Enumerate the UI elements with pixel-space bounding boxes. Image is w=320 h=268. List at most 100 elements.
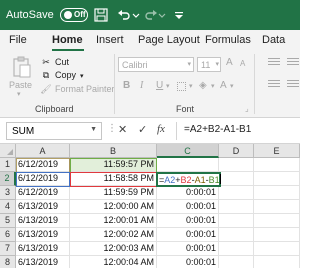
cancel-icon[interactable]: ✕ (118, 123, 127, 136)
cell-b3[interactable]: 11:59:59 PM (70, 186, 157, 200)
tab-formulas[interactable]: Formulas (205, 34, 251, 46)
row-header[interactable]: 6 (0, 228, 16, 242)
tab-file[interactable]: File (9, 34, 27, 46)
name-box-value: SUM (12, 126, 35, 137)
cell-d6[interactable] (219, 228, 254, 242)
undo-icon[interactable] (117, 8, 131, 22)
cell-a7[interactable]: 6/13/2019 (16, 242, 70, 256)
cell-a5[interactable]: 6/13/2019 (16, 214, 70, 228)
row-header[interactable]: 5 (0, 214, 16, 228)
insert-function-icon[interactable]: fx (157, 123, 165, 135)
font-name-select[interactable]: Calibri ▾ (118, 57, 194, 72)
bold-icon[interactable]: B (123, 80, 130, 91)
cell-e5[interactable] (254, 214, 300, 228)
cell-b5[interactable]: 12:00:01 AM (70, 214, 157, 228)
clipboard-group-label: Clipboard (35, 104, 74, 114)
decrease-font-size-icon[interactable]: A (240, 59, 245, 68)
increase-font-size-icon[interactable]: A (226, 57, 233, 68)
cell-e4[interactable] (254, 200, 300, 214)
cell-a3[interactable]: 6/12/2019 (16, 186, 70, 200)
cut-button[interactable]: ✂ Cut (40, 57, 69, 68)
cell-c6[interactable]: 0:00:01 (157, 228, 219, 242)
cell-c4[interactable]: 0:00:01 (157, 200, 219, 214)
cell-d2[interactable] (219, 172, 254, 186)
chevron-down-icon[interactable]: ▾ (230, 82, 234, 90)
chevron-down-icon[interactable]: ▾ (80, 73, 84, 80)
middle-align-icon[interactable] (268, 80, 280, 89)
font-color-icon[interactable]: A (220, 80, 227, 91)
chevron-down-icon[interactable]: ▾ (211, 82, 215, 90)
paste-icon[interactable] (13, 56, 31, 78)
tab-data[interactable]: Data (262, 34, 285, 46)
cell-c1[interactable] (157, 158, 219, 172)
cell-e1[interactable] (254, 158, 300, 172)
copy-button[interactable]: ⧉ Copy ▾ (40, 70, 84, 81)
cell-e6[interactable] (254, 228, 300, 242)
cell-b6[interactable]: 12:00:02 AM (70, 228, 157, 242)
row-header[interactable]: 2 (0, 172, 16, 186)
column-header-b[interactable]: B (70, 144, 157, 158)
column-header-c[interactable]: C (157, 144, 219, 158)
font-size-select[interactable]: 11 ▾ (197, 57, 221, 72)
cell-b4[interactable]: 12:00:00 AM (70, 200, 157, 214)
chevron-down-icon[interactable]: ▼ (90, 126, 97, 133)
row-header[interactable]: 7 (0, 242, 16, 256)
tab-page-layout[interactable]: Page Layout (138, 34, 200, 46)
cell-c2-editor[interactable]: =A2+B2-A1-B1 (156, 172, 221, 187)
tab-insert[interactable]: Insert (96, 34, 124, 46)
cell-e3[interactable] (254, 186, 300, 200)
row-header[interactable]: 8 (0, 256, 16, 268)
formula-input[interactable]: =A2+B2-A1-B1 (184, 124, 251, 135)
cell-e2[interactable] (254, 172, 300, 186)
cell-d3[interactable] (219, 186, 254, 200)
chevron-down-icon[interactable] (158, 8, 166, 22)
cell-c7[interactable]: 0:00:01 (157, 242, 219, 256)
autosave-toggle[interactable]: Off (60, 8, 88, 22)
customize-toolbar-icon[interactable] (174, 8, 184, 22)
column-header-d[interactable]: D (219, 144, 254, 158)
format-painter-button[interactable]: 🖌 Format Painter (40, 84, 115, 95)
underline-icon[interactable]: U (156, 80, 163, 91)
format-painter-label: Format Painter (55, 84, 115, 94)
column-header-e[interactable]: E (254, 144, 300, 158)
align-left-icon[interactable] (287, 58, 299, 67)
align-center-icon[interactable] (287, 80, 299, 89)
row-header[interactable]: 1 (0, 158, 16, 172)
cell-b7[interactable]: 12:00:03 AM (70, 242, 157, 256)
cell-d4[interactable] (219, 200, 254, 214)
fill-color-icon[interactable]: ◈ (199, 80, 207, 91)
cell-a8[interactable]: 6/13/2019 (16, 256, 70, 268)
save-icon[interactable] (94, 8, 108, 22)
chevron-down-icon[interactable]: ▾ (189, 82, 193, 90)
cell-c5[interactable]: 0:00:01 (157, 214, 219, 228)
row-header[interactable]: 4 (0, 200, 16, 214)
chevron-down-icon[interactable]: ▾ (17, 90, 21, 98)
chevron-down-icon[interactable]: ▾ (215, 60, 219, 68)
cell-b8[interactable]: 12:00:04 AM (70, 256, 157, 268)
cell-d8[interactable] (219, 256, 254, 268)
chevron-down-icon[interactable] (132, 8, 140, 22)
dialog-launcher-icon[interactable]: ⌟ (245, 104, 249, 113)
redo-icon[interactable] (144, 8, 158, 22)
enter-icon[interactable]: ✓ (138, 123, 147, 136)
tab-home[interactable]: Home (52, 34, 83, 46)
top-align-icon[interactable] (268, 58, 280, 67)
cell-e7[interactable] (254, 242, 300, 256)
cell-a4[interactable]: 6/13/2019 (16, 200, 70, 214)
row-header[interactable]: 3 (0, 186, 16, 200)
select-all-button[interactable] (0, 144, 16, 158)
name-box[interactable]: SUM ▼ (6, 122, 102, 140)
cell-e8[interactable] (254, 256, 300, 268)
cell-d7[interactable] (219, 242, 254, 256)
chevron-down-icon[interactable]: ▾ (166, 82, 170, 90)
cell-d1[interactable] (219, 158, 254, 172)
borders-icon[interactable] (177, 82, 186, 91)
italic-icon[interactable]: I (140, 80, 143, 91)
cell-d5[interactable] (219, 214, 254, 228)
paste-button[interactable]: Paste (9, 80, 32, 90)
chevron-down-icon[interactable]: ▾ (187, 60, 191, 68)
cell-c8[interactable]: 0:00:01 (157, 256, 219, 268)
cell-a6[interactable]: 6/13/2019 (16, 228, 70, 242)
cell-c3[interactable]: 0:00:01 (157, 186, 219, 200)
column-header-a[interactable]: A (16, 144, 70, 158)
